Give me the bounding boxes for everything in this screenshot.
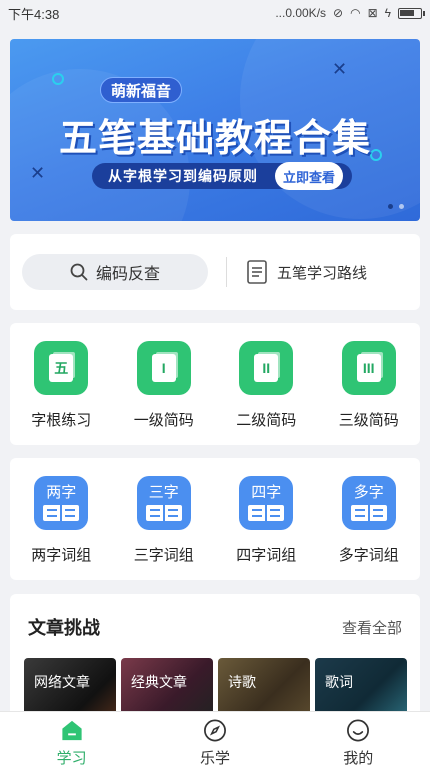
promo-banner[interactable]: ✕ ✕ 萌新福音 五笔基础教程合集 从字根学习到编码原则 立即查看 (10, 39, 420, 221)
banner-title: 五笔基础教程合集 (58, 118, 371, 160)
status-time: 下午4:38 (8, 6, 60, 22)
grid-item-label: 多字词组 (338, 547, 399, 564)
level2-code-icon: II (239, 341, 294, 395)
grid-item-level1-code[interactable]: I 一级简码 (119, 341, 209, 445)
code-practice-grid: 五 字根练习 I 一级简码 II 二级简码 III 三级简码 (10, 323, 420, 445)
profile-icon (347, 719, 370, 742)
carousel-indicator (388, 204, 404, 209)
view-all-link[interactable]: 查看全部 (342, 617, 402, 638)
search-placeholder: 编码反查 (95, 266, 160, 283)
nav-label: 我的 (343, 750, 374, 767)
bottom-navigation: 学习 乐学 我的 (0, 711, 430, 768)
search-icon (70, 263, 88, 281)
nav-tab-fun-learning[interactable]: 乐学 (165, 712, 265, 768)
status-icons: ...0.00K/s ⊘ ◠ ⊠ ϟ (275, 6, 425, 20)
document-icon (247, 260, 267, 284)
cross-decoration-icon: ✕ (332, 59, 348, 79)
grid-item-level3-code[interactable]: III 三级简码 (324, 341, 414, 445)
article-tile-web[interactable]: 网络文章 (24, 658, 116, 718)
code-lookup-search[interactable]: 编码反查 (22, 254, 208, 290)
article-section-title: 文章挑战 (28, 618, 100, 638)
phrase-practice-grid: 两字 两字词组 三字 三字词组 四字 四字词组 多字 多字词组 (10, 458, 420, 580)
grid-item-level2-code[interactable]: II 二级简码 (221, 341, 311, 445)
article-tile-lyrics[interactable]: 歌词 (315, 658, 407, 718)
article-tile-poetry[interactable]: 诗歌 (218, 658, 310, 718)
article-tiles: 网络文章 经典文章 诗歌 歌词 (24, 658, 407, 718)
compass-icon (204, 719, 226, 742)
carousel-dot (388, 204, 393, 209)
grid-item-label: 三级简码 (338, 412, 399, 429)
battery-icon (398, 7, 425, 19)
banner-brand-tag: 萌新福音 (100, 77, 182, 103)
grid-item-label: 一级简码 (133, 412, 194, 429)
nav-label: 乐学 (199, 750, 230, 767)
radical-practice-icon: 五 (34, 341, 89, 395)
route-label: 五笔学习路线 (277, 264, 368, 282)
nav-tab-profile[interactable]: 我的 (308, 712, 408, 768)
network-speed: ...0.00K/s (275, 6, 327, 20)
grid-item-multi-char-phrase[interactable]: 多字 多字词组 (324, 476, 414, 580)
ring-decoration-icon (52, 73, 64, 85)
article-tile-classic[interactable]: 经典文章 (121, 658, 213, 718)
search-card: 编码反查 五笔学习路线 (10, 234, 420, 310)
charging-icon: ϟ (384, 6, 391, 20)
grid-item-label: 二级简码 (236, 412, 297, 429)
grid-item-label: 字根练习 (31, 412, 92, 429)
home-icon (62, 720, 82, 741)
carousel-dot (399, 204, 404, 209)
grid-item-label: 两字词组 (31, 547, 92, 564)
cross-decoration-icon: ✕ (30, 163, 46, 183)
vibrate-icon: ⊘ (333, 6, 344, 20)
grid-item-label: 四字词组 (236, 547, 297, 564)
view-now-button[interactable]: 立即查看 (275, 162, 343, 190)
learning-route-link[interactable]: 五笔学习路线 (247, 260, 367, 284)
grid-item-radical-practice[interactable]: 五 字根练习 (16, 341, 106, 445)
grid-item-two-char-phrase[interactable]: 两字 两字词组 (16, 476, 106, 580)
sim-icon: ⊠ (367, 6, 378, 20)
grid-item-three-char-phrase[interactable]: 三字 三字词组 (119, 476, 209, 580)
nav-tab-study[interactable]: 学习 (22, 712, 122, 768)
grid-item-label: 三字词组 (133, 547, 194, 564)
book-icon: 四字 (239, 476, 294, 530)
nav-label: 学习 (56, 750, 87, 767)
level3-code-icon: III (341, 341, 396, 395)
divider (226, 257, 227, 287)
level1-code-icon: I (136, 341, 191, 395)
book-icon: 两字 (34, 476, 89, 530)
book-icon: 三字 (136, 476, 191, 530)
article-header: 文章挑战 查看全部 (10, 594, 420, 640)
status-bar: 下午4:38 ...0.00K/s ⊘ ◠ ⊠ ϟ (0, 0, 430, 26)
book-icon: 多字 (341, 476, 396, 530)
grid-item-four-char-phrase[interactable]: 四字 四字词组 (221, 476, 311, 580)
wifi-icon: ◠ (350, 6, 361, 20)
